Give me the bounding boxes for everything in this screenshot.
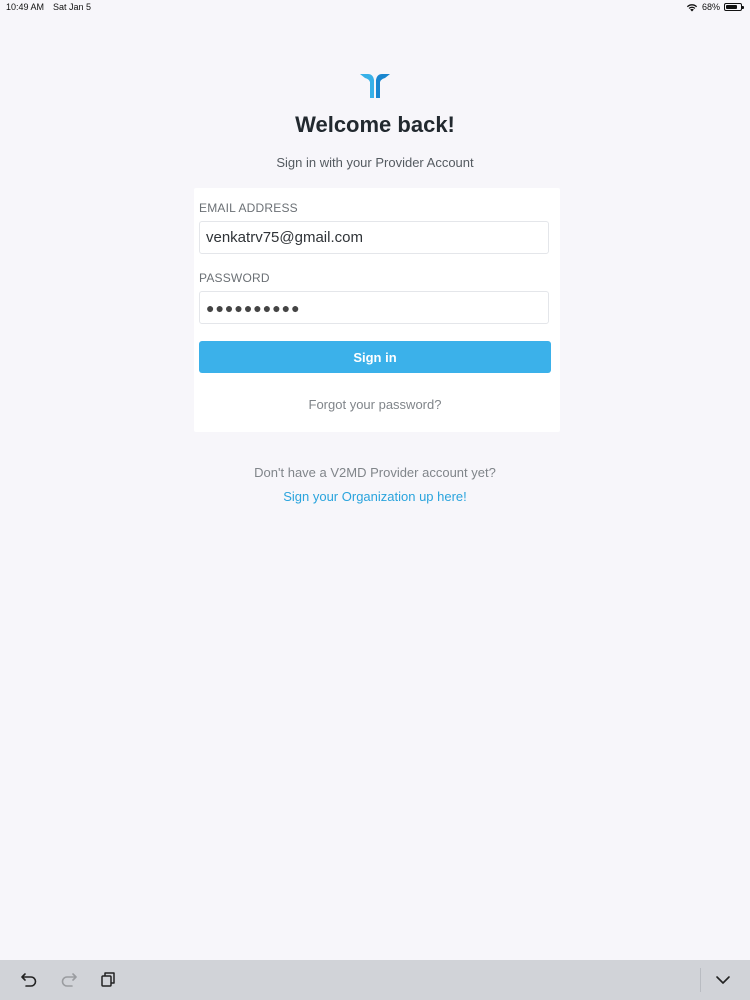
redo-button[interactable] [58, 970, 80, 990]
clipboard-icon [100, 971, 116, 990]
chevron-down-icon [715, 973, 731, 988]
redo-icon [60, 971, 78, 990]
status-bar: 10:49 AM Sat Jan 5 68% [0, 0, 750, 16]
keyboard-toolbar [0, 960, 750, 1000]
sign-in-button[interactable]: Sign in [199, 341, 551, 373]
no-account-text: Don't have a V2MD Provider account yet? [254, 465, 496, 480]
email-field[interactable] [199, 221, 549, 254]
battery-percent: 68% [701, 2, 720, 12]
page-subtitle: Sign in with your Provider Account [276, 155, 474, 170]
clipboard-button[interactable] [97, 970, 119, 990]
wifi-icon [686, 3, 698, 12]
forgot-password-link[interactable]: Forgot your password? [194, 397, 556, 412]
undo-icon [20, 971, 38, 990]
login-card: EMAIL ADDRESS PASSWORD Sign in Forgot yo… [194, 188, 560, 432]
status-time: 10:49 AM [6, 2, 45, 12]
undo-button[interactable] [18, 970, 40, 990]
brand-logo-icon [359, 72, 391, 100]
page-title: Welcome back! [295, 112, 455, 137]
signup-link[interactable]: Sign your Organization up here! [0, 489, 750, 504]
battery-icon [724, 3, 744, 11]
status-date: Sat Jan 5 [53, 2, 92, 12]
password-field[interactable] [199, 291, 549, 324]
email-label: EMAIL ADDRESS [199, 201, 298, 215]
toolbar-divider [700, 968, 701, 992]
status-right: 68% [686, 2, 744, 12]
password-label: PASSWORD [199, 271, 270, 285]
hide-keyboard-button[interactable] [712, 970, 734, 990]
